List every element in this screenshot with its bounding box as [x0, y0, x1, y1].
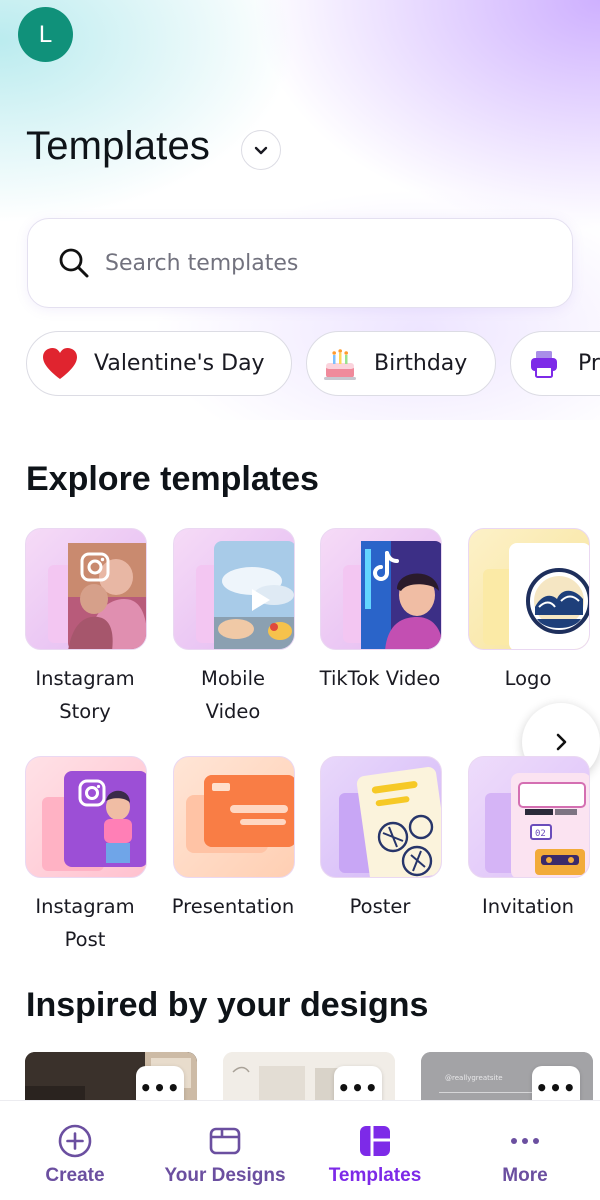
nav-label: Templates [328, 1165, 422, 1186]
presentation-thumbnail [186, 775, 294, 853]
invitation-thumbnail: 02 [485, 773, 589, 877]
templates-grid-icon [357, 1123, 393, 1159]
design-caption: @reallygreatsite [445, 1074, 503, 1082]
chevron-right-icon [556, 733, 567, 751]
chevron-down-icon [254, 146, 268, 155]
page-title: Templates [26, 124, 211, 168]
nav-label: Create [45, 1165, 105, 1186]
title-dropdown-button[interactable] [241, 130, 281, 170]
search-icon [57, 246, 91, 280]
nav-label: More [502, 1165, 548, 1186]
poster-thumbnail [339, 766, 441, 877]
nav-more[interactable]: More [450, 1101, 600, 1200]
category-chips: Valentine's Day Birthday Pr [0, 331, 600, 397]
template-label-presentation: Presentation [171, 895, 295, 918]
template-tile-presentation[interactable] [173, 756, 295, 878]
folder-icon [207, 1123, 243, 1159]
more-dots-icon [507, 1123, 543, 1159]
template-tile-instagram-story[interactable] [25, 528, 147, 650]
avatar-initial: L [38, 20, 53, 48]
plus-circle-icon [57, 1123, 93, 1159]
nav-label: Your Designs [164, 1165, 286, 1186]
chip-label: Pr [578, 351, 600, 376]
svg-text:02: 02 [535, 829, 546, 839]
mobile-video-thumbnail [196, 541, 294, 649]
template-tile-instagram-post[interactable] [25, 756, 147, 878]
template-label-tiktok-video: TikTok Video [319, 667, 441, 690]
template-label-instagram-post: Instagram Post [35, 895, 135, 951]
instagram-story-thumbnail [48, 543, 146, 649]
search-bar[interactable] [27, 218, 573, 308]
chip-birthday[interactable]: Birthday [306, 331, 496, 396]
chip-valentines-day[interactable]: Valentine's Day [26, 331, 292, 396]
avatar[interactable]: L [18, 7, 73, 62]
template-label-logo: Logo [504, 667, 552, 690]
template-tile-tiktok-video[interactable] [320, 528, 442, 650]
tiktok-video-thumbnail [343, 541, 441, 649]
logo-thumbnail [483, 543, 589, 649]
template-label-instagram-story: Instagram Story [35, 667, 135, 723]
heart-icon [42, 346, 78, 382]
nav-create[interactable]: Create [0, 1101, 150, 1200]
instagram-post-thumbnail [42, 771, 146, 871]
template-tile-poster[interactable] [320, 756, 442, 878]
template-tile-mobile-video[interactable] [173, 528, 295, 650]
nav-templates[interactable]: Templates [300, 1101, 450, 1200]
template-tile-logo[interactable] [468, 528, 590, 650]
chip-label: Valentine's Day [94, 351, 265, 376]
bottom-navigation: Create Your Designs Templates More [0, 1100, 600, 1200]
printer-icon [526, 346, 562, 382]
template-label-poster: Poster [349, 895, 411, 918]
search-input[interactable] [105, 243, 525, 283]
explore-templates-heading: Explore templates [26, 460, 319, 498]
inspired-designs-heading: Inspired by your designs [26, 986, 429, 1024]
nav-your-designs[interactable]: Your Designs [150, 1101, 300, 1200]
chip-label: Birthday [374, 351, 468, 376]
chip-print[interactable]: Pr [510, 331, 600, 396]
template-label-mobile-video: Mobile Video [201, 667, 265, 723]
template-tile-invitation[interactable]: 02 [468, 756, 590, 878]
template-label-invitation: Invitation [481, 895, 574, 918]
birthday-cake-icon [322, 346, 358, 382]
